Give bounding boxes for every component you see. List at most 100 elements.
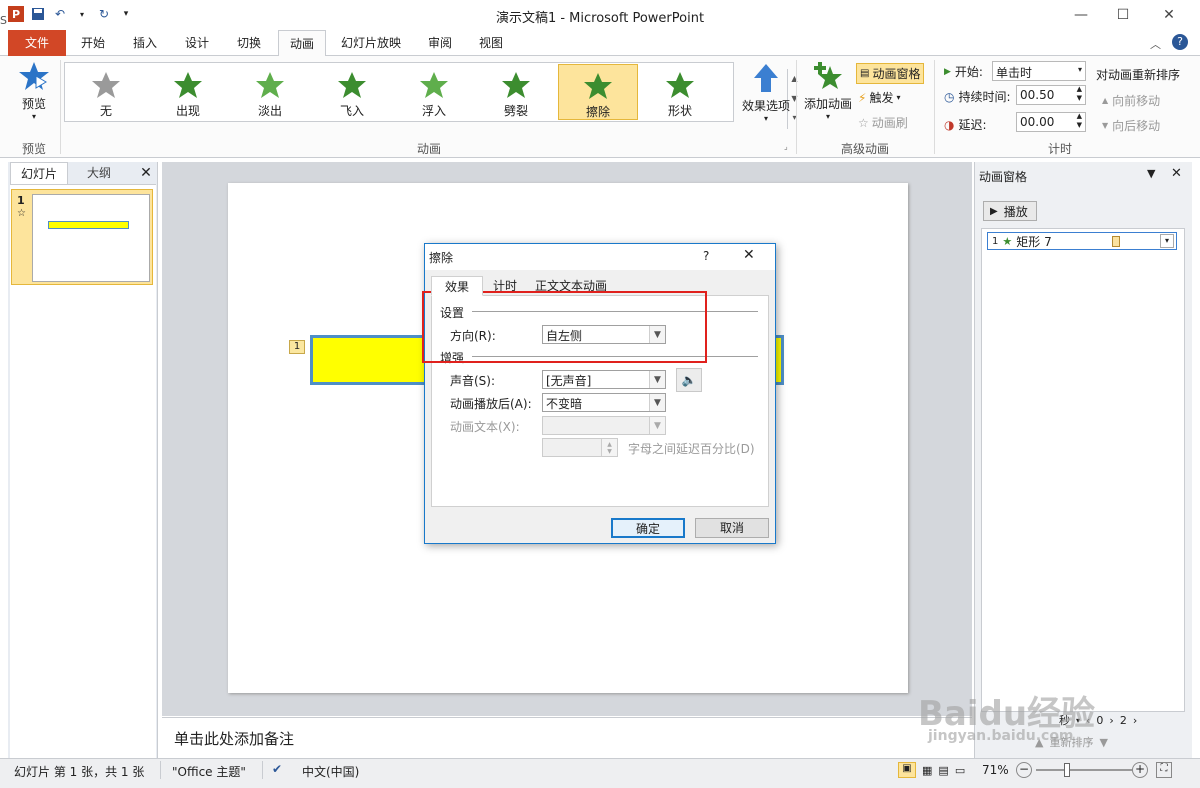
cancel-button[interactable]: 取消 [695, 518, 769, 538]
dialog-close-icon[interactable]: ✕ [743, 247, 755, 263]
ribbon: 预览 ▾ 预览 无出现 淡出 飞入 浮入 劈裂 擦除 形状 ▲ ▼ ▾ 效果选项 ▾ 动画 … [0, 56, 1200, 158]
spellcheck-icon[interactable]: ✔ [272, 762, 282, 776]
add-animation-button[interactable]: 添加动画 ▾ [802, 60, 854, 121]
close-panel-icon[interactable]: ✕ [136, 162, 156, 184]
delay-stepper-icon[interactable]: ▲ ▼ [1077, 112, 1082, 130]
animation-painter-button[interactable]: ☆ 动画刷 [858, 114, 908, 131]
tab-transitions[interactable]: 切换 [226, 30, 272, 56]
effect-green-light[interactable]: 淡出 [230, 64, 310, 120]
animation-pane-title: 动画窗格 [979, 170, 1028, 184]
slide-info: 幻灯片 第 1 张，共 1 张 [14, 765, 145, 779]
fit-to-window-icon[interactable]: ⛶ [1156, 762, 1172, 778]
collapse-ribbon-icon[interactable]: ︿ [1150, 36, 1161, 52]
effect-green-wipe[interactable]: 擦除 [558, 64, 638, 120]
status-bar: 幻灯片 第 1 张，共 1 张 "Office 主题" ✔ 中文(中国) ▣ ▦… [0, 758, 1200, 788]
timeline-next-icon[interactable]: › [1133, 714, 1137, 727]
clock-icon: ◷ [944, 89, 955, 104]
pane-options-icon[interactable]: ▼ [1147, 167, 1155, 180]
tab-slideshow[interactable]: 幻灯片放映 [332, 30, 410, 56]
duration-spinner[interactable]: 00.50 ▲ ▼ [1016, 85, 1086, 105]
delay-spinner[interactable]: 00.00 ▲ ▼ [1016, 112, 1086, 132]
play-button[interactable]: ▶ 播放 [983, 201, 1037, 221]
trigger-button[interactable]: ⚡ 触发 ▾ [858, 89, 900, 106]
star-green-light-icon [256, 72, 284, 98]
after-animation-label: 动画播放后(A): [450, 397, 532, 411]
letter-delay-stepper-icon[interactable]: ▲ ▼ [601, 439, 617, 456]
close-pane-icon[interactable]: ✕ [1171, 166, 1182, 181]
animation-item-name: 矩形 7 [1016, 234, 1052, 249]
language[interactable]: 中文(中国) [302, 763, 359, 780]
letter-delay-label: 字母之间延迟百分比(D) [628, 442, 755, 456]
slide-thumbnail-item[interactable]: 1 ☆ [11, 189, 153, 285]
zoom-slider-thumb[interactable] [1064, 763, 1070, 777]
effect-label: 浮入 [421, 104, 446, 118]
effect-green-float[interactable]: 浮入 [394, 64, 474, 120]
slide-sorter-icon[interactable]: ▦ [922, 764, 932, 777]
slide-thumbnail [32, 194, 150, 282]
help-icon[interactable]: ? [1172, 34, 1188, 50]
zoom-slider[interactable] [1036, 769, 1132, 771]
normal-view-icon[interactable]: ▣ [898, 762, 916, 778]
tab-animations[interactable]: 动画 [278, 30, 326, 57]
preview-dropdown-icon[interactable]: ▾ [14, 112, 54, 121]
reorder-down-icon[interactable]: ▼ [1099, 736, 1107, 749]
notes-pane[interactable]: 单击此处添加备注 [162, 717, 972, 759]
after-animation-select[interactable]: 不变暗 ▼ [542, 393, 666, 412]
play-label: 播放 [1003, 204, 1028, 219]
preview-button[interactable]: 预览 ▾ [14, 60, 54, 121]
move-earlier-button[interactable]: ▲ 向前移动 [1102, 92, 1160, 109]
ok-button[interactable]: 确定 [611, 518, 685, 538]
effect-green[interactable]: 出现 [148, 64, 228, 120]
effect-options-dropdown-icon: ▾ [763, 114, 768, 123]
zoom-in-icon[interactable]: + [1132, 762, 1148, 778]
dialog-tab-effect[interactable]: 效果 [431, 276, 483, 296]
sound-value: [无声音] [546, 374, 592, 388]
animation-dialog-launcher-icon[interactable]: ⌟ [784, 142, 788, 151]
start-dropdown-icon[interactable]: ▾ [1078, 65, 1082, 74]
tab-outline[interactable]: 大纲 [70, 162, 128, 184]
trigger-dropdown-icon: ▾ [896, 93, 901, 102]
up-arrow-icon [754, 64, 778, 92]
effect-gray[interactable]: 无 [66, 64, 146, 120]
sound-dropdown-icon[interactable]: ▼ [649, 371, 665, 388]
delay-icon: ◑ [944, 117, 955, 132]
effect-green-split[interactable]: 劈裂 [476, 64, 556, 120]
tab-review[interactable]: 审阅 [416, 30, 464, 56]
duration-stepper-icon[interactable]: ▲ ▼ [1077, 85, 1082, 103]
zoom-level[interactable]: 71% [982, 763, 1009, 777]
effect-green-flyin[interactable]: 飞入 [312, 64, 392, 120]
tab-insert[interactable]: 插入 [122, 30, 168, 56]
tab-slides[interactable]: 幻灯片 [10, 162, 68, 184]
after-animation-dropdown-icon[interactable]: ▼ [649, 394, 665, 411]
effect-label: 淡出 [257, 104, 282, 118]
tab-view[interactable]: 视图 [468, 30, 514, 56]
animation-pane-button[interactable]: ▤ 动画窗格 [856, 63, 925, 84]
tab-home[interactable]: 开始 [70, 30, 116, 56]
minimize-button[interactable]: — [1058, 0, 1104, 30]
dialog-help-icon[interactable]: ? [703, 249, 709, 263]
reading-view-icon[interactable]: ▤ [938, 764, 948, 777]
move-later-button[interactable]: ▼ 向后移动 [1102, 117, 1160, 134]
effect-green-shape[interactable]: 形状 [640, 64, 720, 120]
animation-tag[interactable]: 1 [289, 340, 305, 354]
letter-delay-spinner[interactable]: ▲ ▼ [542, 438, 618, 457]
animation-pane-icon: ▤ [860, 68, 870, 79]
zoom-out-icon[interactable]: − [1016, 762, 1032, 778]
animate-text-select[interactable]: ▼ [542, 416, 666, 435]
reorder-title: 对动画重新排序 [1096, 68, 1181, 82]
tab-design[interactable]: 设计 [174, 30, 220, 56]
timeline-right-icon[interactable]: › [1109, 714, 1113, 727]
animation-list-item[interactable]: 1 ★ 矩形 7 ▾ [987, 232, 1177, 250]
effect-options-button[interactable]: 效果选项 ▾ [740, 62, 792, 123]
close-window-button[interactable]: ✕ [1146, 0, 1192, 30]
maximize-button[interactable]: ☐ [1100, 0, 1146, 30]
tab-file[interactable]: 文件 [8, 30, 66, 56]
animate-text-dropdown-icon[interactable]: ▼ [649, 417, 665, 434]
preview-star-icon [19, 62, 49, 90]
speaker-icon[interactable]: 🔈 [676, 368, 702, 392]
item-dropdown-icon[interactable]: ▾ [1160, 234, 1174, 248]
start-select[interactable]: 单击时 ▾ [992, 61, 1086, 81]
sound-select[interactable]: [无声音] ▼ [542, 370, 666, 389]
slideshow-icon[interactable]: ▭ [955, 764, 965, 777]
divider [934, 60, 935, 154]
